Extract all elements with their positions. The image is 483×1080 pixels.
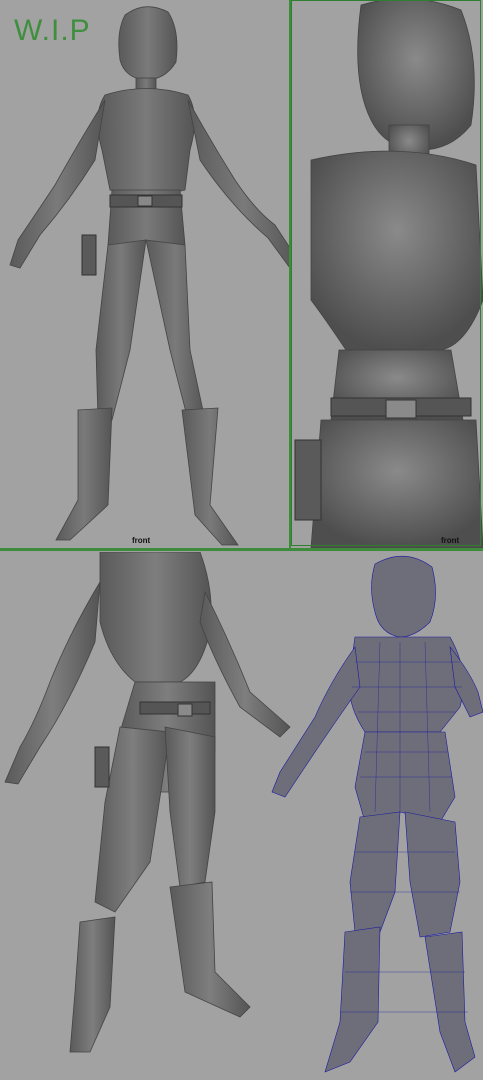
viewport-divider-horizontal	[0, 548, 483, 551]
character-model-closeup	[294, 0, 483, 548]
perspective-viewport[interactable]	[0, 552, 483, 1080]
character-model-perspective	[4, 552, 483, 1073]
wireframe-model	[271, 555, 483, 1073]
character-model-front	[9, 6, 289, 546]
camera-label-closeup: front	[441, 536, 460, 545]
page-title: W.I.P	[14, 14, 91, 47]
viewport-divider-vertical	[289, 0, 291, 550]
camera-label-front: front	[132, 536, 151, 545]
front-viewport[interactable]: W.I.P front	[0, 0, 289, 548]
closeup-viewport[interactable]: front	[291, 0, 483, 548]
